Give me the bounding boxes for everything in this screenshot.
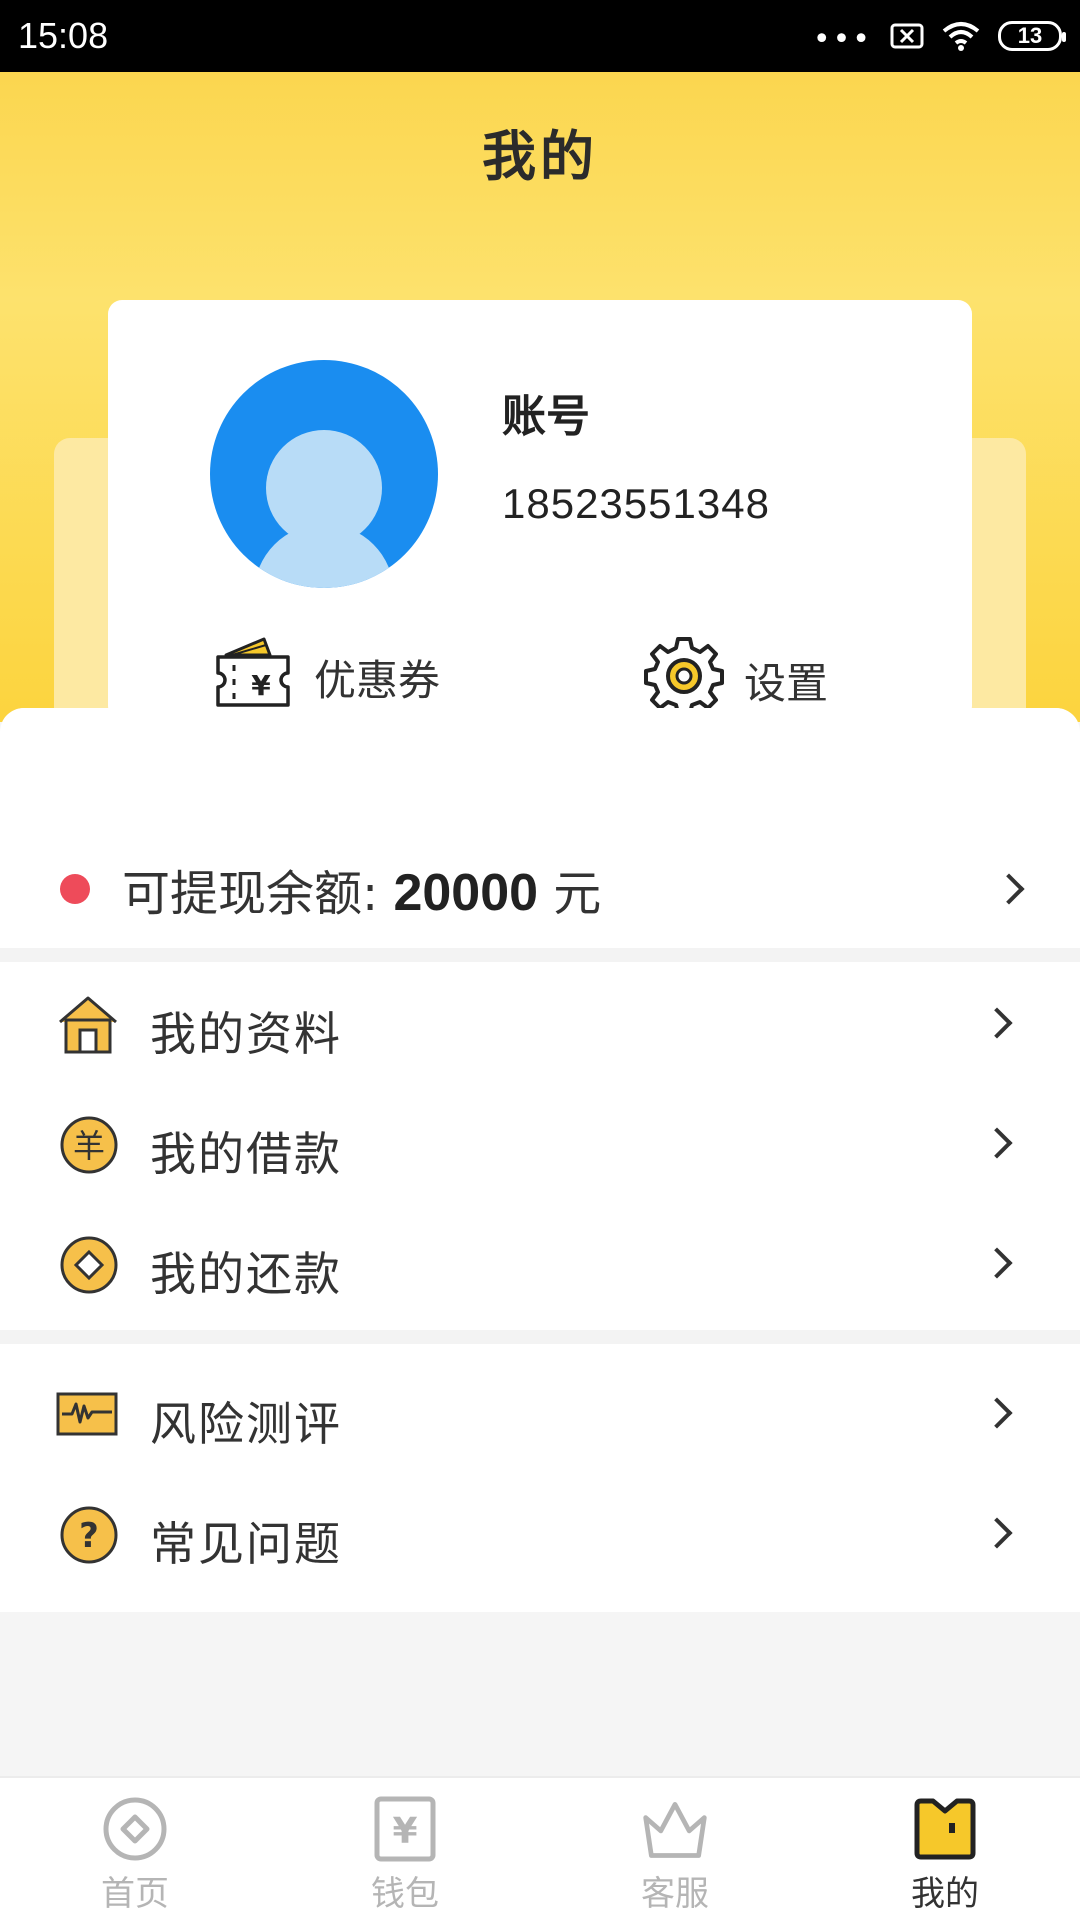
chevron-right-icon	[981, 1007, 1013, 1039]
balance-text: 可提现余额: 20000 元	[122, 854, 601, 924]
withdrawable-balance-row[interactable]: 可提现余额: 20000 元	[0, 708, 1080, 948]
nav-tab-wallet[interactable]: ¥ 钱包	[270, 1778, 540, 1920]
chevron-right-icon	[981, 1517, 1013, 1549]
chevron-right-icon	[981, 1127, 1013, 1159]
menu-item-my-profile[interactable]: 我的资料	[0, 962, 1080, 1082]
pulse-chart-icon	[56, 1382, 120, 1446]
chevron-right-icon	[981, 1397, 1013, 1429]
balance-amount: 20000	[393, 864, 539, 922]
main-content: 可提现余额: 20000 元 我的资料 羊 我的借款 我的还款 风险测评 ? 常…	[0, 708, 1080, 1778]
menu-item-my-repayments[interactable]: 我的还款	[0, 1202, 1080, 1322]
wallet-yuan-icon: ¥	[370, 1794, 440, 1864]
nav-label: 我的	[911, 1874, 979, 1914]
svg-text:?: ?	[79, 1516, 99, 1556]
battery-icon: 13	[998, 21, 1066, 51]
profile-folder-icon	[910, 1794, 980, 1864]
page-title: 我的	[482, 125, 598, 188]
nav-label: 首页	[101, 1874, 169, 1914]
status-bar: 15:08 ••• 13	[0, 0, 1080, 72]
coupon-button[interactable]: ¥ 优惠券	[212, 635, 440, 719]
menu-label: 我的还款	[150, 1247, 342, 1301]
menu-label: 风险测评	[150, 1397, 342, 1451]
diamond-coin-icon	[56, 1232, 120, 1296]
section-divider	[0, 948, 1080, 962]
menu-group-primary: 我的资料 羊 我的借款 我的还款	[0, 962, 1080, 1330]
svg-text:¥: ¥	[251, 669, 271, 702]
menu-label: 我的资料	[150, 1007, 342, 1061]
svg-text:¥: ¥	[392, 1811, 417, 1852]
status-icons: ••• 13	[812, 17, 1066, 57]
svg-text:羊: 羊	[73, 1127, 105, 1165]
menu-item-risk-assessment[interactable]: 风险测评	[0, 1352, 1080, 1472]
coupon-ticket-icon: ¥	[212, 635, 294, 719]
yuan-coin-icon: 羊	[56, 1112, 120, 1176]
coupon-label: 优惠券	[314, 655, 441, 705]
menu-label: 我的借款	[150, 1127, 342, 1181]
balance-unit: 元	[538, 866, 602, 922]
nav-tab-home[interactable]: 首页	[0, 1778, 270, 1920]
nav-tab-mine[interactable]: 我的	[810, 1778, 1080, 1920]
more-dots-icon: •••	[812, 22, 872, 57]
avatar[interactable]	[210, 360, 438, 588]
avatar-body	[254, 524, 394, 588]
no-sim-icon	[890, 23, 924, 49]
red-dot-indicator	[60, 874, 90, 904]
menu-item-faq[interactable]: ? 常见问题	[0, 1472, 1080, 1592]
menu-label: 常见问题	[150, 1517, 342, 1571]
account-number: 18523551348	[502, 480, 770, 527]
chevron-right-icon	[981, 1247, 1013, 1279]
chevron-right-icon	[993, 873, 1025, 905]
house-icon	[56, 992, 120, 1056]
menu-item-my-loans[interactable]: 羊 我的借款	[0, 1082, 1080, 1202]
account-label: 账号	[502, 391, 590, 442]
section-divider	[0, 1330, 1080, 1344]
nav-label: 钱包	[371, 1874, 439, 1914]
profile-card: 账号 18523551348 ¥ 优惠券 设置	[108, 300, 972, 720]
crown-icon	[640, 1794, 710, 1864]
nav-tab-customer-service[interactable]: 客服	[540, 1778, 810, 1920]
home-compass-icon	[100, 1794, 170, 1864]
balance-label: 可提现余额:	[122, 866, 394, 922]
settings-label: 设置	[744, 658, 829, 708]
wifi-icon	[942, 21, 980, 51]
nav-label: 客服	[641, 1874, 709, 1914]
bottom-navigation: 首页 ¥ 钱包 客服 我的	[0, 1776, 1080, 1920]
question-icon: ?	[56, 1502, 120, 1566]
status-time: 15:08	[18, 15, 109, 56]
menu-group-secondary: 风险测评 ? 常见问题	[0, 1344, 1080, 1612]
